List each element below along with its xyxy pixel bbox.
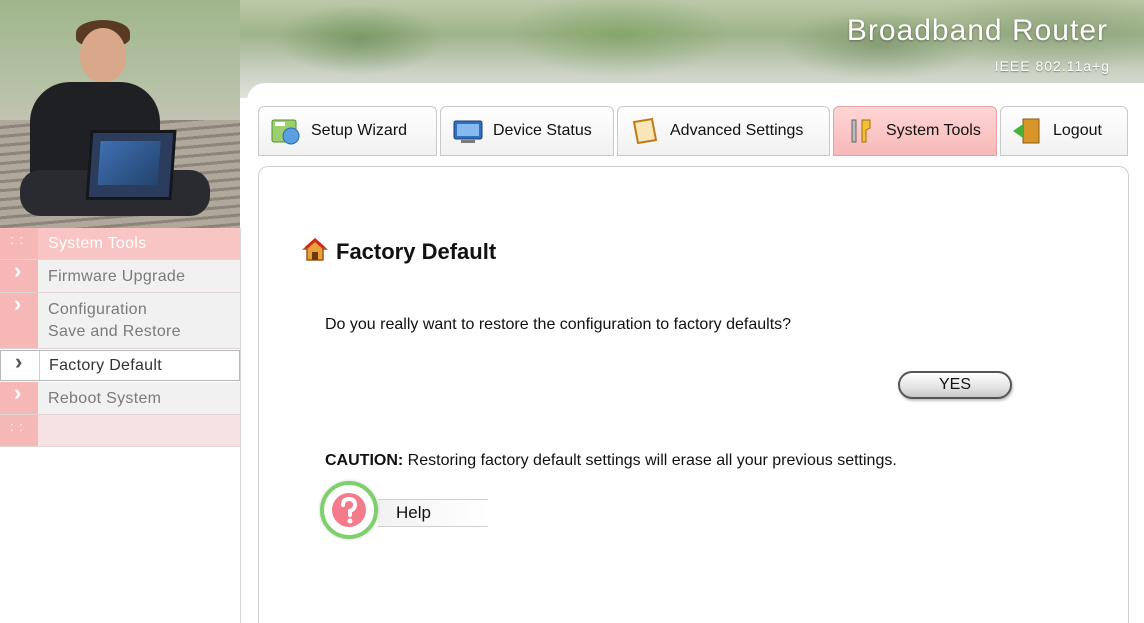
setup-wizard-icon — [269, 116, 303, 146]
caution-text: Restoring factory default settings will … — [403, 452, 897, 469]
main-tabs: Setup Wizard Device Status Advanced Sett… — [258, 106, 1131, 158]
home-icon — [302, 236, 328, 267]
advanced-settings-icon — [628, 116, 662, 146]
arrow-icon — [0, 258, 38, 292]
tab-device-status[interactable]: Device Status — [440, 106, 614, 156]
arrow-icon — [0, 380, 38, 414]
tab-label: Device Status — [493, 122, 592, 139]
header-photo — [0, 0, 240, 228]
tab-advanced-settings[interactable]: Advanced Settings — [617, 106, 830, 156]
sidebar-item-label: Firmware Upgrade — [48, 268, 186, 285]
system-tools-icon — [844, 116, 878, 146]
help-icon — [320, 481, 378, 539]
standard-label: IEEE 802.11a+g — [994, 58, 1110, 74]
logout-icon — [1011, 116, 1045, 146]
sidebar-item-label: Reboot System — [48, 390, 162, 407]
sidebar-item-reboot-system[interactable]: Reboot System — [0, 380, 240, 415]
arrow-icon — [1, 349, 40, 380]
tab-system-tools[interactable]: System Tools — [833, 106, 997, 156]
sidebar-item-label: Factory Default — [49, 357, 162, 374]
help-button[interactable]: Help — [320, 481, 490, 545]
help-label: Help — [396, 503, 431, 522]
restore-question: Do you really want to restore the config… — [325, 316, 792, 333]
tab-logout[interactable]: Logout — [1000, 106, 1128, 156]
page-title: Factory Default — [302, 236, 496, 267]
sidebar-item-firmware-upgrade[interactable]: Firmware Upgrade — [0, 258, 240, 293]
sidebar-heading-label: System Tools — [48, 235, 147, 252]
tab-label: System Tools — [886, 122, 981, 139]
brand-title: Broadband Router — [846, 14, 1108, 47]
sidebar-heading: System Tools — [0, 228, 240, 260]
tab-setup-wizard[interactable]: Setup Wizard — [258, 106, 437, 156]
caution-message: CAUTION: Restoring factory default setti… — [325, 452, 897, 470]
sidebar-footer — [0, 415, 240, 447]
arrow-icon — [0, 291, 38, 348]
tab-label: Setup Wizard — [311, 122, 408, 139]
sidebar-item-factory-default[interactable]: Factory Default — [0, 349, 240, 381]
tab-label: Logout — [1053, 122, 1102, 139]
sidebar-item-label: Save and Restore — [48, 323, 181, 340]
tab-label: Advanced Settings — [670, 122, 804, 139]
device-status-icon — [451, 116, 485, 146]
sidebar-item-label: Configuration — [48, 301, 148, 318]
page-title-text: Factory Default — [336, 238, 497, 264]
yes-button[interactable]: YES — [898, 371, 1012, 399]
sidebar: System Tools Firmware Upgrade Configurat… — [0, 228, 241, 623]
sidebar-item-configuration-save-restore[interactable]: Configuration Save and Restore — [0, 291, 240, 349]
caution-label: CAUTION: — [325, 452, 404, 469]
